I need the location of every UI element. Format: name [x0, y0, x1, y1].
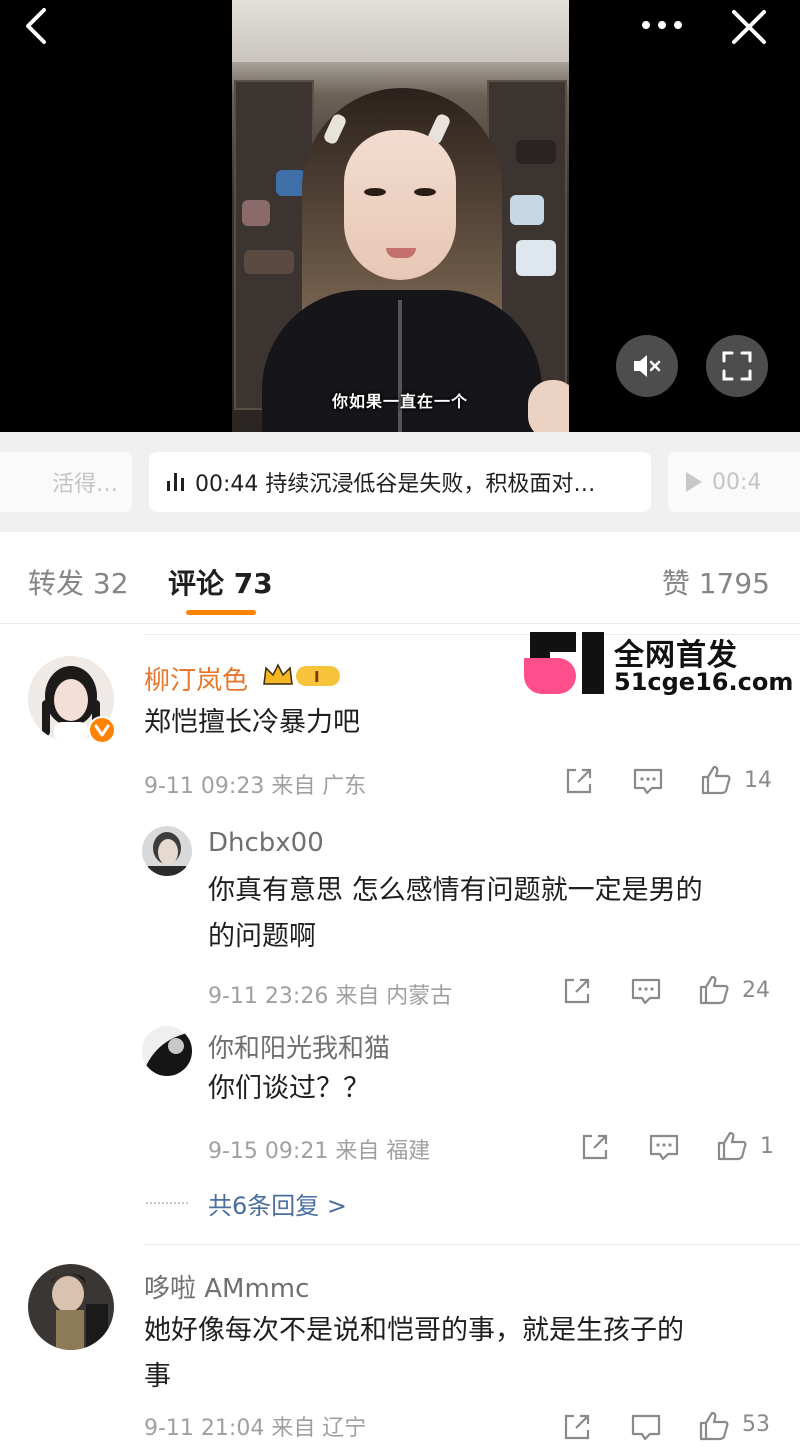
video-frame: [232, 0, 569, 432]
comment-icon: [649, 1134, 679, 1161]
verified-badge-icon: [88, 716, 116, 744]
video-player[interactable]: 你如果一直在一个: [0, 0, 800, 432]
share-button[interactable]: [580, 1132, 610, 1166]
comment-text-continued: 事: [144, 1361, 171, 1392]
tab-likes[interactable]: 赞 1795: [662, 562, 770, 602]
reply-text: 你们谈过？？: [208, 1073, 370, 1104]
like-button[interactable]: [698, 1410, 730, 1446]
back-button[interactable]: [18, 6, 58, 46]
reply-button[interactable]: [632, 766, 664, 800]
like-count: 1: [760, 1134, 774, 1159]
video-subtitle: 你如果一直在一个: [332, 392, 469, 411]
mute-button[interactable]: [616, 335, 678, 397]
thumbs-up-icon: [717, 1131, 747, 1161]
user-avatar-image: [142, 826, 192, 876]
more-icon: [642, 21, 682, 29]
more-button[interactable]: [636, 10, 688, 40]
active-tab-indicator: [186, 610, 256, 615]
close-icon: [732, 10, 766, 44]
back-icon: [26, 8, 46, 44]
fullscreen-button[interactable]: [706, 335, 768, 397]
share-button[interactable]: [562, 1412, 592, 1446]
comment-meta: 9-11 09:23 来自 广东: [144, 774, 367, 799]
comment-text: 她好像每次不是说和恺哥的事，就是生孩子的: [144, 1315, 684, 1346]
svg-text:I: I: [314, 668, 320, 686]
view-all-replies-link[interactable]: 共6条回复 >: [208, 1186, 347, 1221]
share-button[interactable]: [562, 976, 592, 1010]
comment-icon: [631, 1414, 661, 1441]
tab-bar: 转发 32 评论 73 赞 1795: [0, 532, 800, 624]
chapter-current[interactable]: 00:44 持续沉浸低谷是失败，积极面对…: [149, 452, 651, 512]
avatar[interactable]: [142, 1026, 192, 1076]
like-button[interactable]: [700, 764, 732, 800]
user-avatar-image: [28, 1264, 114, 1350]
comment-username[interactable]: 哆啦 AMmmc: [144, 1268, 309, 1305]
playing-bars-icon: [167, 473, 187, 491]
reply-username[interactable]: Dhcbx00: [208, 828, 324, 858]
share-icon: [582, 1134, 608, 1160]
site-watermark: 全网首发 51cge16.com: [524, 628, 800, 700]
reply-button[interactable]: [648, 1132, 680, 1166]
share-icon: [564, 978, 590, 1004]
chapter-bar: 活得… 00:44 持续沉浸低谷是失败，积极面对… 00:4: [0, 432, 800, 532]
comment-text: 郑恺擅长冷暴力吧: [144, 707, 360, 738]
mute-icon: [634, 355, 661, 377]
comment-meta: 9-11 21:04 来自 辽宁: [144, 1416, 367, 1441]
chapter-prev-label: 活得…: [51, 472, 118, 497]
fullscreen-icon: [722, 351, 752, 381]
like-button[interactable]: [698, 974, 730, 1010]
reply-meta: 9-11 23:26 来自 内蒙古: [208, 984, 453, 1009]
vip-crown-badge-icon: I: [262, 662, 344, 690]
replies-dotted-line: [146, 1202, 188, 1204]
comment-icon: [633, 768, 663, 795]
like-count: 14: [744, 768, 772, 793]
tab-repost[interactable]: 转发 32: [28, 562, 129, 602]
thumbs-up-icon: [701, 765, 731, 795]
reply-text: 你真有意思 怎么感情有问题就一定是男的: [208, 875, 703, 906]
share-icon: [566, 768, 592, 794]
share-button[interactable]: [564, 766, 594, 800]
chapter-next[interactable]: 00:4: [668, 452, 800, 512]
thumbs-up-icon: [699, 975, 729, 1005]
like-count: 24: [742, 978, 770, 1003]
comment-username[interactable]: 柳汀岚色: [144, 660, 248, 697]
chapter-current-label: 00:44 持续沉浸低谷是失败，积极面对…: [195, 472, 596, 497]
like-count: 53: [742, 1412, 770, 1437]
share-icon: [564, 1414, 590, 1440]
watermark-line2: 51cge16.com: [614, 668, 794, 696]
like-button[interactable]: [716, 1130, 748, 1166]
reply-button[interactable]: [630, 976, 662, 1010]
reply-meta: 9-15 09:21 来自 福建: [208, 1139, 431, 1164]
reply-username[interactable]: 你和阳光我和猫: [208, 1028, 390, 1065]
close-button[interactable]: [728, 6, 770, 48]
comment-footer-clip: 9-11 21:04 来自 辽宁 53: [0, 1410, 800, 1448]
comment-separator: [144, 1244, 800, 1245]
thumbs-up-icon: [699, 1411, 729, 1441]
reply-button[interactable]: [630, 1412, 662, 1446]
avatar[interactable]: [28, 1264, 114, 1350]
reply-text-continued: 的问题啊: [208, 921, 316, 952]
play-icon: [686, 472, 702, 492]
chapter-prev[interactable]: 活得…: [0, 452, 132, 512]
chapter-next-label: 00:4: [712, 469, 762, 495]
user-avatar-image: [142, 1026, 192, 1076]
tab-comments[interactable]: 评论 73: [168, 562, 273, 602]
comment-icon: [631, 978, 661, 1005]
avatar[interactable]: [142, 826, 192, 876]
